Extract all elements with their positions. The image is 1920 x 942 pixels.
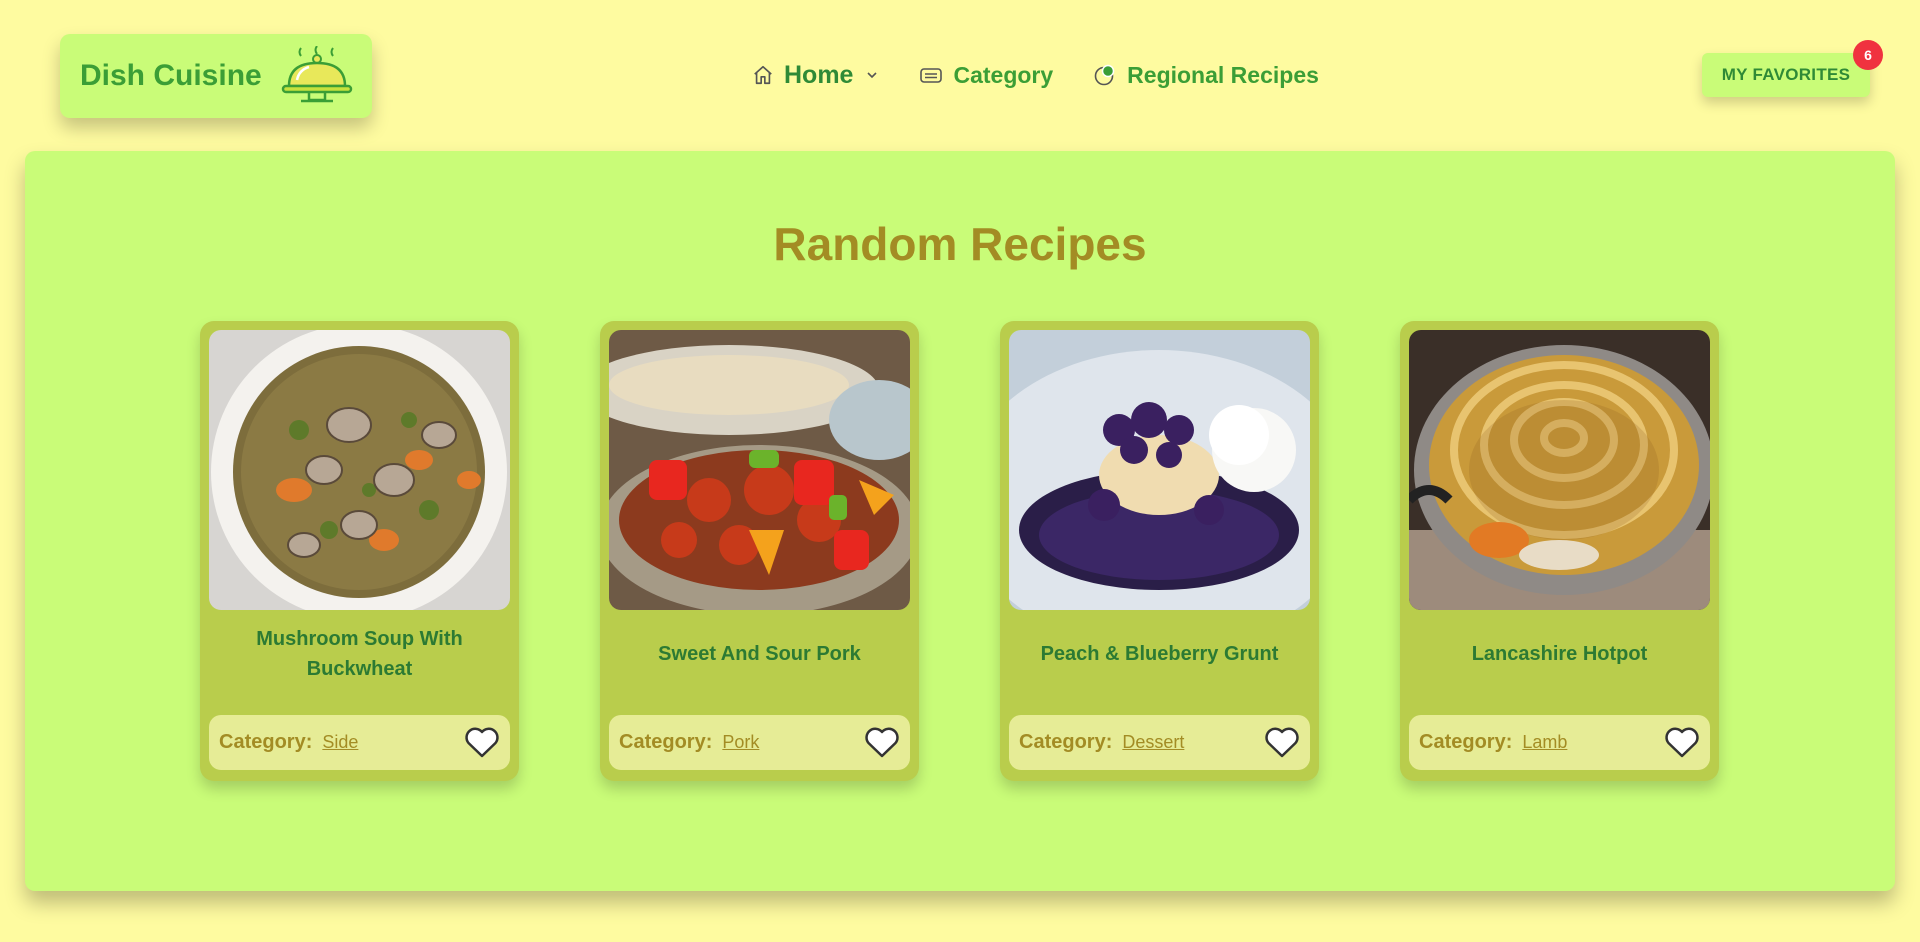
recipe-card[interactable]: Mushroom Soup With Buckwheat Category: S… — [200, 321, 519, 781]
category-label: Category: — [219, 731, 313, 753]
recipe-card-list: Mushroom Soup With Buckwheat Category: S… — [200, 321, 1719, 781]
my-favorites-button[interactable]: MY FAVORITES — [1702, 53, 1870, 97]
heart-icon[interactable] — [1664, 725, 1700, 759]
category-link[interactable]: Dessert — [1122, 732, 1184, 753]
heart-icon[interactable] — [864, 725, 900, 759]
nav-category[interactable]: Category — [919, 62, 1053, 89]
recipe-card-footer: Category: Pork — [609, 715, 910, 770]
recipe-title[interactable]: Mushroom Soup With Buckwheat — [220, 619, 499, 689]
recipe-card-footer: Category: Dessert — [1009, 715, 1310, 770]
nav-category-label: Category — [953, 61, 1054, 88]
chevron-down-icon — [867, 72, 878, 79]
main-nav: Home Category Regional Recipes — [752, 57, 1319, 93]
category-link[interactable]: Side — [322, 732, 358, 753]
home-icon — [754, 65, 772, 85]
recipe-title[interactable]: Peach & Blueberry Grunt — [1020, 619, 1299, 689]
category-link[interactable]: Pork — [722, 732, 759, 753]
site-header: Dish Cuisine Home Category Regional Reci… — [0, 0, 1920, 150]
heart-icon[interactable] — [1264, 725, 1300, 759]
nav-home-label: Home — [784, 60, 854, 89]
random-recipes-panel: Random Recipes Mushroom Soup With Buckwh… — [25, 151, 1895, 891]
section-title: Random Recipes — [773, 218, 1147, 270]
category-link[interactable]: Lamb — [1522, 732, 1567, 753]
brand-name: Dish Cuisine — [80, 59, 262, 92]
nav-regional-recipes[interactable]: Regional Recipes — [1093, 62, 1319, 89]
recipe-title[interactable]: Sweet And Sour Pork — [620, 619, 899, 689]
category-label: Category: — [1019, 731, 1113, 753]
serving-cloche-icon — [281, 46, 353, 103]
brand-logo[interactable]: Dish Cuisine — [60, 34, 372, 118]
category-label: Category: — [619, 731, 713, 753]
recipe-image-peach-blueberry-grunt[interactable] — [1009, 330, 1310, 610]
category-label: Category: — [1419, 731, 1513, 753]
recipe-image-mushroom-soup[interactable] — [209, 330, 510, 610]
nav-home[interactable]: Home — [752, 61, 879, 90]
recipe-card[interactable]: Sweet And Sour Pork Category: Pork — [600, 321, 919, 781]
nav-regional-label: Regional Recipes — [1127, 61, 1319, 88]
favorites-count-badge: 6 — [1853, 40, 1883, 70]
recipe-card[interactable]: Lancashire Hotpot Category: Lamb — [1400, 321, 1719, 781]
heart-icon[interactable] — [464, 725, 500, 759]
globe-icon — [1094, 64, 1115, 86]
recipe-image-sweet-sour-pork[interactable] — [609, 330, 910, 610]
recipe-card[interactable]: Peach & Blueberry Grunt Category: Desser… — [1000, 321, 1319, 781]
recipe-card-footer: Category: Lamb — [1409, 715, 1710, 770]
recipe-image-lancashire-hotpot[interactable] — [1409, 330, 1710, 610]
recipe-card-footer: Category: Side — [209, 715, 510, 770]
recipe-title[interactable]: Lancashire Hotpot — [1420, 619, 1699, 689]
list-icon — [920, 68, 943, 83]
